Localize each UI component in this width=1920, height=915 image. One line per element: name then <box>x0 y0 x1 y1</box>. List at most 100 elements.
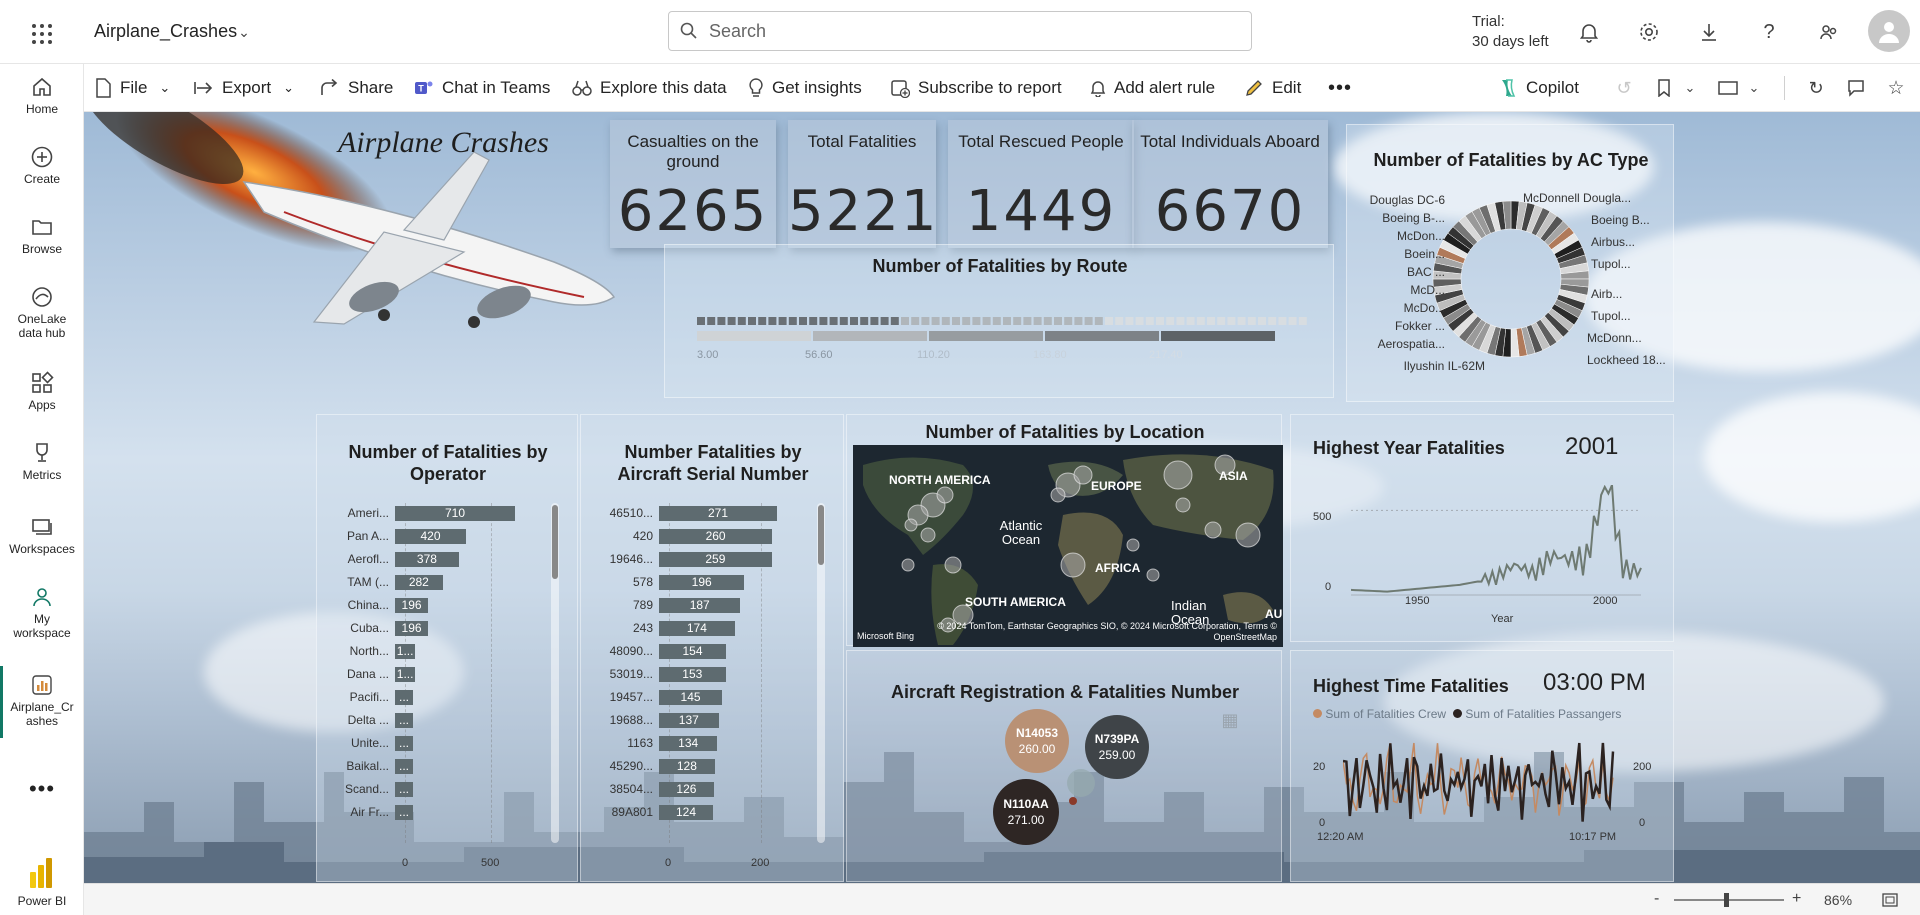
share-people-icon[interactable] <box>1816 19 1842 45</box>
bar[interactable]: 260 <box>659 529 773 544</box>
file-button[interactable]: File ⌄ <box>94 64 170 112</box>
nav-powerbi[interactable]: Power BI <box>0 852 84 908</box>
bar-row[interactable]: Air Fr...... <box>339 804 549 820</box>
refresh-disabled-icon[interactable]: ↺ <box>1614 78 1634 98</box>
reload-icon[interactable]: ↻ <box>1806 78 1826 98</box>
nav-apps[interactable]: Apps <box>0 368 84 412</box>
subscribe-button[interactable]: Subscribe to report <box>890 64 1062 112</box>
bar[interactable]: 378 <box>395 552 459 567</box>
nav-more-icon[interactable]: ••• <box>0 776 84 802</box>
report-name[interactable]: Airplane_Crashes <box>94 21 237 42</box>
bar[interactable]: 196 <box>395 621 429 636</box>
download-icon[interactable] <box>1696 19 1722 45</box>
zoom-in-button[interactable]: + <box>1792 890 1801 908</box>
bar[interactable]: ... <box>395 690 413 705</box>
bar-row[interactable]: 1163 134 <box>603 735 813 751</box>
kpi-card[interactable]: Casualties on the ground 6265 <box>610 120 776 248</box>
bubble-N14053[interactable]: N14053 260.00 <box>1005 709 1069 773</box>
bar[interactable]: 196 <box>659 575 745 590</box>
bar[interactable]: 1... <box>395 667 416 682</box>
ac-type-donut-visual[interactable]: Number of Fatalities by AC Type Douglas … <box>1346 124 1674 402</box>
table-grid-icon[interactable]: ▦ <box>1219 709 1241 731</box>
nav-airplane-crashes[interactable]: Airplane_Crashes <box>0 670 84 728</box>
bar-row[interactable]: 45290... 128 <box>603 758 813 774</box>
search-box[interactable]: Search <box>668 11 1252 51</box>
bar[interactable]: 196 <box>395 598 429 613</box>
bar[interactable]: 282 <box>395 575 443 590</box>
kpi-card[interactable]: Total Individuals Aboard 6670 <box>1132 120 1328 248</box>
get-insights-button[interactable]: Get insights <box>748 64 862 112</box>
bar-row[interactable]: Unite...... <box>339 735 549 751</box>
bar[interactable]: 271 <box>659 506 777 521</box>
nav-browse[interactable]: Browse <box>0 212 84 256</box>
zoom-out-button[interactable]: - <box>1654 890 1659 908</box>
bar-row[interactable]: North... 1... <box>339 643 549 659</box>
bar-row[interactable]: 19646... 259 <box>603 551 813 567</box>
bar[interactable]: 154 <box>659 644 727 659</box>
bar-row[interactable]: Aerofl... 378 <box>339 551 549 567</box>
zoom-level[interactable]: 86% <box>1824 892 1852 908</box>
chat-in-teams-button[interactable]: T Chat in Teams <box>414 64 550 112</box>
bar[interactable]: ... <box>395 736 413 751</box>
bar-row[interactable]: 38504... 126 <box>603 781 813 797</box>
bar-row[interactable]: 243 174 <box>603 620 813 636</box>
bar-row[interactable]: 420 260 <box>603 528 813 544</box>
help-icon[interactable]: ? <box>1756 19 1782 45</box>
nav-home[interactable]: Home <box>0 72 84 116</box>
bar-row[interactable]: 48090... 154 <box>603 643 813 659</box>
bar[interactable]: ... <box>395 713 413 728</box>
year-line-visual[interactable]: Highest Year Fatalities 2001 500 0 1950 … <box>1290 414 1674 642</box>
kpi-card[interactable]: Total Fatalities 5221 <box>788 120 937 248</box>
serial-bar-visual[interactable]: Number Fatalities by Aircraft Serial Num… <box>580 414 844 882</box>
bar[interactable]: 128 <box>659 759 715 774</box>
bar-row[interactable]: 89A801 124 <box>603 804 813 820</box>
bar[interactable]: 137 <box>659 713 719 728</box>
time-line-visual[interactable]: Highest Time Fatalities 03:00 PM Sum of … <box>1290 650 1674 882</box>
fit-to-page-icon[interactable] <box>1880 890 1900 910</box>
scrollbar[interactable] <box>551 503 559 843</box>
gear-icon[interactable] <box>1636 19 1662 45</box>
bar-row[interactable]: 578 196 <box>603 574 813 590</box>
bell-icon[interactable] <box>1576 19 1602 45</box>
map-attribution[interactable]: © 2024 TomTom, Earthstar Geographics SIO… <box>937 621 1277 643</box>
bar-row[interactable]: 789 187 <box>603 597 813 613</box>
bar[interactable]: 259 <box>659 552 772 567</box>
bubble-small[interactable] <box>1069 797 1077 805</box>
nav-workspaces[interactable]: Workspaces <box>0 512 84 556</box>
more-options-icon[interactable]: ••• <box>1328 64 1352 112</box>
bar-row[interactable]: Dana ... 1... <box>339 666 549 682</box>
bar[interactable]: 145 <box>659 690 723 705</box>
edit-button[interactable]: Edit <box>1244 64 1301 112</box>
bubble-small[interactable] <box>1067 769 1095 797</box>
bar[interactable]: 126 <box>659 782 714 797</box>
route-visual[interactable]: Number of Fatalities by Route 3.00 56.60… <box>664 244 1334 398</box>
app-launcher-icon[interactable] <box>28 20 56 48</box>
bar-row[interactable]: 19688... 137 <box>603 712 813 728</box>
bar[interactable]: 153 <box>659 667 726 682</box>
bar[interactable]: 420 <box>395 529 466 544</box>
bar-row[interactable]: Pan A... 420 <box>339 528 549 544</box>
scrollbar[interactable] <box>817 503 825 843</box>
chevron-down-icon[interactable]: ⌄ <box>234 22 254 42</box>
bar-row[interactable]: Cuba... 196 <box>339 620 549 636</box>
chevron-down-icon[interactable]: ⌄ <box>1682 78 1698 98</box>
nav-create[interactable]: Create <box>0 142 84 186</box>
bar[interactable]: 710 <box>395 506 515 521</box>
copilot-button[interactable]: Copilot <box>1496 64 1579 112</box>
bar-row[interactable]: Ameri... 710 <box>339 505 549 521</box>
explore-data-button[interactable]: Explore this data <box>572 64 727 112</box>
bar[interactable]: ... <box>395 782 413 797</box>
bar-row[interactable]: Scand...... <box>339 781 549 797</box>
bar-row[interactable]: 19457... 145 <box>603 689 813 705</box>
nav-metrics[interactable]: Metrics <box>0 438 84 482</box>
registration-bubble-visual[interactable]: Aircraft Registration & Fatalities Numbe… <box>846 650 1282 882</box>
search-input[interactable]: Search <box>709 21 766 42</box>
avatar[interactable] <box>1868 10 1910 52</box>
bar-row[interactable]: Pacifi...... <box>339 689 549 705</box>
export-button[interactable]: Export ⌄ <box>194 64 294 112</box>
bubble-N110AA[interactable]: N110AA 271.00 <box>993 779 1059 845</box>
bar[interactable]: ... <box>395 805 413 820</box>
bar-row[interactable]: 46510... 271 <box>603 505 813 521</box>
zoom-slider[interactable] <box>1674 893 1784 907</box>
bar-row[interactable]: TAM (... 282 <box>339 574 549 590</box>
